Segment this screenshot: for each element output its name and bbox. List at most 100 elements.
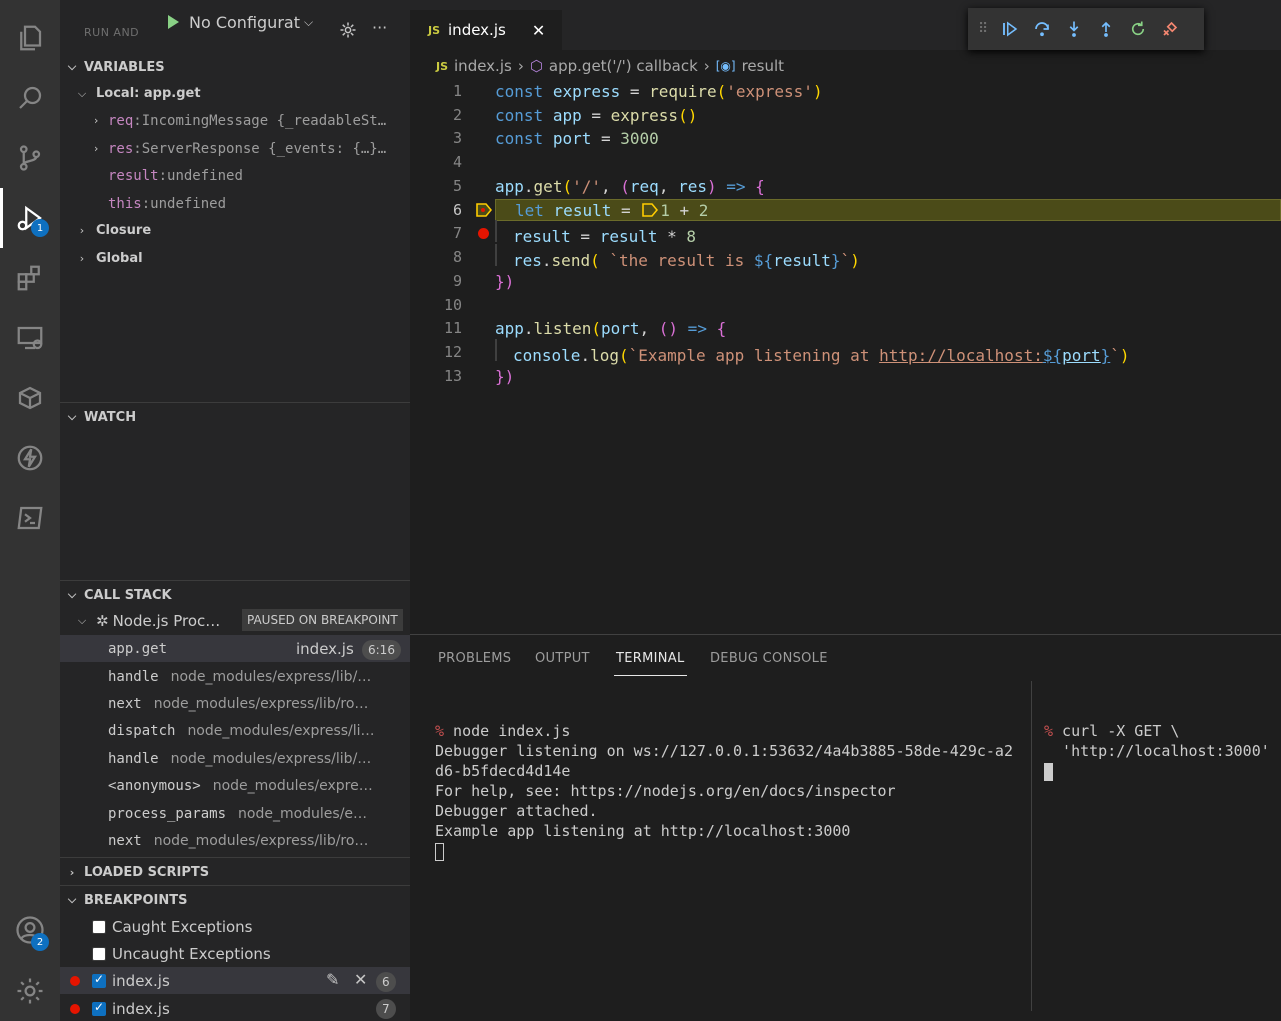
- powershell-icon[interactable]: [0, 488, 60, 548]
- caught-exceptions-option[interactable]: Caught Exceptions: [60, 913, 410, 940]
- code-line[interactable]: 1 const express = require('express'): [410, 79, 1281, 103]
- stack-frame[interactable]: handle node_modules/express/lib/…: [60, 663, 410, 690]
- bracket: }): [495, 366, 515, 386]
- checkbox[interactable]: [92, 946, 106, 961]
- continue-icon[interactable]: [1000, 19, 1020, 39]
- remove-icon[interactable]: ✕: [354, 970, 367, 989]
- stack-frame[interactable]: process_params node_modules/e…: [60, 800, 410, 827]
- source-control-icon[interactable]: [0, 128, 60, 188]
- var-name: res: [108, 140, 134, 157]
- watch-header[interactable]: ⌵ WATCH: [60, 404, 410, 430]
- variable-res[interactable]: › res: ServerResponse {_events: {…}…: [60, 135, 410, 162]
- scope-closure[interactable]: › Closure: [60, 217, 410, 244]
- stack-frame[interactable]: <anonymous> node_modules/expre…: [60, 772, 410, 799]
- breadcrumb-function[interactable]: app.get('/') callback: [549, 57, 698, 75]
- tab-terminal[interactable]: TERMINAL: [614, 651, 686, 676]
- function-cube-icon: ⬡: [529, 57, 543, 75]
- divider: [60, 402, 410, 403]
- code-line[interactable]: 4: [410, 150, 1281, 174]
- checkbox[interactable]: [92, 919, 106, 934]
- code-line[interactable]: 2 const app = express(): [410, 103, 1281, 127]
- run-debug-icon[interactable]: 1: [0, 188, 60, 248]
- variables-header[interactable]: ⌵ VARIABLES: [60, 54, 410, 80]
- breadcrumb-variable[interactable]: result: [742, 57, 784, 75]
- editor-area: JS index.js ✕ ⠿ JS index.js › ⬡ app.get(…: [410, 0, 1281, 634]
- stack-frame[interactable]: dispatch node_modules/express/li…: [60, 717, 410, 744]
- close-icon[interactable]: ✕: [532, 21, 545, 40]
- code-line-current[interactable]: 6 let result = 1 + 2: [410, 198, 1281, 222]
- breakpoint-file: index.js: [112, 999, 170, 1018]
- step-over-icon[interactable]: [1032, 19, 1052, 39]
- code-line[interactable]: 9 }): [410, 269, 1281, 293]
- scope-global[interactable]: › Global: [60, 245, 410, 272]
- docker-icon[interactable]: [0, 368, 60, 428]
- option-label: Caught Exceptions: [112, 917, 253, 936]
- tab-debug-console[interactable]: DEBUG CONSOLE: [710, 651, 828, 666]
- frame-path: node_modules/expre…: [212, 777, 373, 794]
- explorer-icon[interactable]: [0, 8, 60, 68]
- checkbox[interactable]: [92, 972, 106, 988]
- remote-explorer-icon[interactable]: [0, 308, 60, 368]
- breakpoint-item[interactable]: index.js: [60, 995, 410, 1021]
- code-line[interactable]: 5 app.get('/', (req, res) => {: [410, 174, 1281, 198]
- tab-output[interactable]: OUTPUT: [535, 651, 590, 666]
- disconnect-icon[interactable]: [1160, 19, 1180, 39]
- edit-pencil-icon[interactable]: ✎: [326, 970, 339, 989]
- call-stack-title: CALL STACK: [84, 587, 172, 603]
- breadcrumb-file[interactable]: index.js: [454, 57, 512, 75]
- account-icon[interactable]: 2: [0, 900, 60, 960]
- function-name: express: [610, 105, 679, 125]
- code-line[interactable]: 12 console.log(`Example app listening at…: [410, 339, 1281, 365]
- code-line[interactable]: 3 const port = 3000: [410, 126, 1281, 150]
- operator: +: [669, 200, 699, 220]
- breadcrumb: JS index.js › ⬡ app.get('/') callback › …: [410, 54, 784, 78]
- variable-req[interactable]: › req: IncomingMessage {_readableSt…: [60, 107, 410, 134]
- code-line[interactable]: 7 result = result * 8: [410, 220, 1281, 246]
- gear-icon[interactable]: [339, 21, 357, 39]
- bracket: ): [706, 176, 717, 196]
- launch-config-select[interactable]: No Configurat ⌵: [168, 8, 313, 36]
- variables-title: VARIABLES: [84, 59, 165, 75]
- stack-frame[interactable]: next node_modules/express/lib/ro…: [60, 690, 410, 717]
- frame-path: node_modules/express/lib/…: [170, 668, 372, 685]
- search-icon[interactable]: [0, 68, 60, 128]
- breakpoints-header[interactable]: ⌵ BREAKPOINTS: [60, 887, 410, 913]
- terminal-split-divider[interactable]: [1031, 681, 1032, 1011]
- string-link[interactable]: http://localhost:: [879, 346, 1043, 365]
- scope-local[interactable]: ⌵ Local: app.get: [60, 80, 410, 107]
- terminal-right[interactable]: % curl -X GET \ 'http://localhost:3000': [1044, 701, 1270, 821]
- settings-gear-icon[interactable]: [0, 961, 60, 1021]
- start-debug-icon[interactable]: [168, 15, 179, 29]
- stack-frame[interactable]: next node_modules/express/lib/ro…: [60, 827, 410, 854]
- breakpoint-dot-icon[interactable]: [472, 227, 495, 239]
- code-line[interactable]: 11 app.listen(port, () => {: [410, 316, 1281, 340]
- terminal-left[interactable]: % node index.js Debugger listening on ws:…: [435, 701, 1013, 901]
- terminal-output: Debugger attached.: [435, 802, 598, 820]
- step-into-icon[interactable]: [1064, 19, 1084, 39]
- inline-breakpoint-icon[interactable]: [642, 203, 659, 217]
- code-line[interactable]: 13 }): [410, 364, 1281, 388]
- prompt-symbol: %: [1044, 722, 1054, 740]
- function-name: listen: [533, 318, 592, 338]
- current-execution-pointer-icon[interactable]: [472, 203, 495, 217]
- code-line[interactable]: 10: [410, 293, 1281, 317]
- terminal-output: For help, see: https://nodejs.org/en/doc…: [435, 782, 896, 800]
- thunder-icon[interactable]: [0, 428, 60, 488]
- stack-frame[interactable]: handle node_modules/express/lib/…: [60, 745, 410, 772]
- restart-icon[interactable]: [1128, 19, 1148, 39]
- stack-frame[interactable]: app.get: [60, 635, 410, 662]
- step-out-icon[interactable]: [1096, 19, 1116, 39]
- loaded-scripts-header[interactable]: › LOADED SCRIPTS: [60, 859, 410, 885]
- code-line[interactable]: 8 res.send( `the result is ${result}`): [410, 244, 1281, 270]
- drag-handle-icon[interactable]: ⠿: [978, 21, 988, 37]
- checkbox[interactable]: [92, 1000, 106, 1016]
- extensions-icon[interactable]: [0, 248, 60, 308]
- tab-problems[interactable]: PROBLEMS: [438, 651, 511, 666]
- tab-index-js[interactable]: JS index.js ✕: [410, 10, 562, 50]
- template-delimiter: }: [1100, 346, 1111, 365]
- more-actions-icon[interactable]: ···: [372, 18, 387, 37]
- variable-result[interactable]: result: undefined: [60, 162, 410, 189]
- call-stack-header[interactable]: ⌵ CALL STACK: [60, 582, 410, 608]
- uncaught-exceptions-option[interactable]: Uncaught Exceptions: [60, 940, 410, 967]
- variable-this[interactable]: this: undefined: [60, 190, 410, 217]
